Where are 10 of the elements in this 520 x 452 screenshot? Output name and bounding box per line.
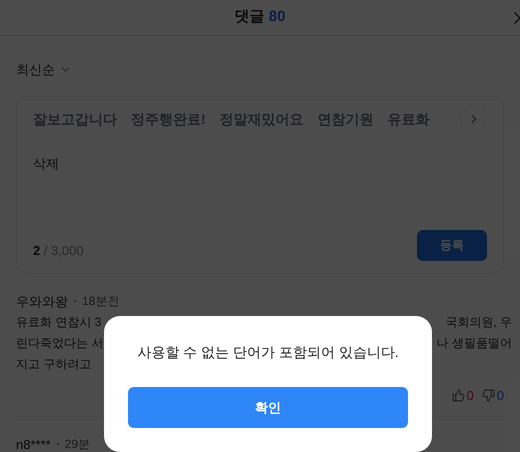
comment-text: 국회의원, 우 xyxy=(445,314,512,331)
comment-author: 우와와왕 xyxy=(16,292,68,310)
alert-message: 사용할 수 없는 단어가 포함되어 있습니다. xyxy=(137,343,399,362)
comment-text: 나 생필품떨어 xyxy=(436,335,512,352)
confirm-button[interactable]: 확인 xyxy=(128,387,408,428)
panel-title: 댓글 80 xyxy=(234,7,286,28)
comment-text: 린다죽었다는 서 xyxy=(16,335,104,352)
comment-text: 유료화 연참시 3 xyxy=(16,314,102,331)
comment-author: n8**** xyxy=(16,436,51,452)
comment-text: 지고 구하려고 xyxy=(16,356,92,373)
